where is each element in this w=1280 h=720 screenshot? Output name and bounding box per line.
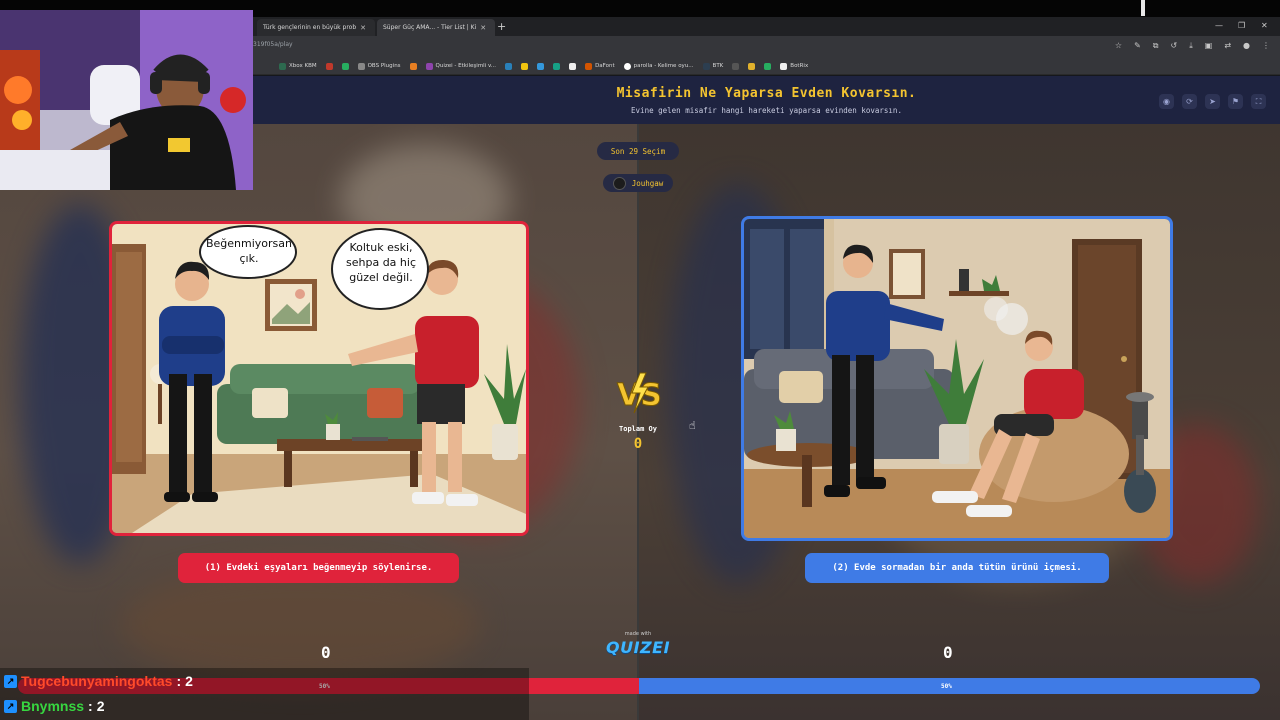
browser-tab-bar: Türk gençlerinin en büyük prob ✕ Süper Gü… [253,17,1280,36]
chat-count: 2 [96,698,105,714]
chat-username: Tugcebunyamingoktas [21,673,173,689]
bookmark-label: BotRix [790,63,809,69]
chat-badge-icon: ↗ [4,674,17,688]
mouse-cursor-icon: ☝ [689,419,696,432]
bookmarks-bar: Xbox KBM OBS Plugins Quizei - Etkileşiml… [253,58,1280,75]
chat-separator: : [88,698,93,714]
profile-icon[interactable]: ● [1243,41,1250,51]
chat-username: Bnymnss [21,698,85,714]
bookmark-label: DaFont [595,63,615,69]
star-icon[interactable]: ☆ [1115,41,1122,51]
history-icon[interactable]: ↺ [1171,41,1178,51]
bookmark-label: parolla - Kelime oyu... [633,63,694,69]
chat-separator: : [176,673,182,689]
option-image-right [744,219,1170,538]
bookmark[interactable]: BotRix [780,62,809,70]
shuffle-icon[interactable]: ⟳ [1182,94,1197,109]
bookmark[interactable]: OBS Plugins [357,62,401,70]
bookmark[interactable]: BTK [702,62,724,70]
bookmark[interactable] [409,62,417,70]
total-votes-label: Toplam Oy [619,425,657,433]
bookmark[interactable]: Quizei - Etkileşimli v... [425,62,497,70]
new-tab-icon[interactable]: + [497,20,506,33]
bookmark[interactable] [569,62,577,70]
maximize-icon[interactable]: ❐ [1238,21,1245,30]
round-user: Jouhgaw [631,178,664,188]
minimize-icon[interactable]: — [1215,21,1223,30]
chat-message: ↗ Tugcebunyamingoktas : 2 [4,673,193,689]
send-icon[interactable]: ➤ [1205,94,1220,109]
screenshot-icon[interactable]: ▣ [1205,41,1213,51]
close-icon[interactable]: ✕ [360,24,366,32]
bookmark-label: BTK [712,63,724,69]
bookmark[interactable]: DaFont [585,62,615,70]
option-button-right[interactable]: (2) Evde sormadan bir anda tütün ürünü i… [805,553,1109,583]
page-title: Misafirin Ne Yaparsa Evden Kovarsın. [616,86,917,101]
total-votes-value: 0 [633,436,643,452]
page-subtitle: Evine gelen misafir hangi hareketi yapar… [631,106,902,115]
avatar [612,176,626,190]
browser-tab[interactable]: Süper Güç AMA... - Tier List | Ki ✕ [377,19,495,36]
bookmark[interactable] [553,62,561,70]
option-button-left[interactable]: (1) Evdeki eşyaları beğenmeyip söylenirs… [178,553,459,583]
speech-bubble: Koltuk eski, sehpa da hiç güzel değil. [346,241,416,284]
chat-message: ↗ Bnymnss : 2 [4,698,105,714]
chat-badge-icon: ↗ [4,699,17,713]
address-bar: 319f05a/play ☆ ✎ ⧉ ↺ ⤓ ▣ ⇄ ● ⋮ [253,36,1280,58]
bookmark[interactable] [521,62,529,70]
puzzle-icon[interactable]: ⧉ [1153,41,1159,51]
score-left: 0 [321,643,331,662]
bookmark-label: Xbox KBM [289,63,317,69]
menu-icon[interactable]: ⋮ [1262,41,1270,51]
chat-count: 2 [185,673,193,689]
fullscreen-icon[interactable]: ⛶ [1251,94,1266,109]
os-indicator [1141,0,1145,16]
tab-label: Süper Güç AMA... - Tier List | Ki [383,24,477,31]
bookmark[interactable]: Xbox KBM [279,62,317,70]
extension-icon[interactable]: ✎ [1134,41,1141,51]
option-image-left [112,224,526,533]
quizei-logo[interactable]: QUIZEI [604,638,672,657]
bookmark[interactable] [748,62,756,70]
bookmark[interactable] [537,62,545,70]
vote-percent-right: 50% [941,683,952,690]
bookmark-label: Quizei - Etkileşimli v... [435,63,497,69]
browser-tab[interactable]: Türk gençlerinin en büyük prob ✕ [257,19,375,36]
bookmark[interactable] [764,62,772,70]
speech-bubble: Beğenmiyorsan çık. [205,237,292,265]
bookmark[interactable] [325,62,333,70]
made-with-label: made with [624,631,652,637]
tab-label: Türk gençlerinin en büyük prob [263,24,357,31]
round-pill: Son 29 Seçim [597,142,679,160]
user-pill: Jouhgaw [603,174,673,192]
vs-icon: VS [617,372,662,414]
url-text[interactable]: 319f05a/play [253,41,293,48]
webcam-overlay [0,10,253,190]
round-label: Son 29 Seçim [610,146,666,156]
option-card-left[interactable]: Beğenmiyorsan çık. Koltuk eski, sehpa da… [109,221,529,536]
bookmark[interactable] [505,62,513,70]
flag-icon[interactable]: ⚑ [1228,94,1243,109]
bookmark[interactable]: parolla - Kelime oyu... [623,62,694,70]
close-window-icon[interactable]: ✕ [1261,21,1268,30]
page-header: Misafirin Ne Yaparsa Evden Kovarsın. Evi… [253,76,1280,124]
option-card-right[interactable] [741,216,1173,541]
download-icon[interactable]: ⤓ [1189,41,1193,51]
bookmark-label: OBS Plugins [367,63,401,69]
close-icon[interactable]: ✕ [480,24,486,32]
bookmark[interactable] [341,62,349,70]
webcam-feed [0,10,253,190]
bookmark[interactable] [732,62,740,70]
eye-icon[interactable]: ◉ [1159,94,1174,109]
score-right: 0 [943,643,953,662]
translate-icon[interactable]: ⇄ [1224,41,1231,51]
